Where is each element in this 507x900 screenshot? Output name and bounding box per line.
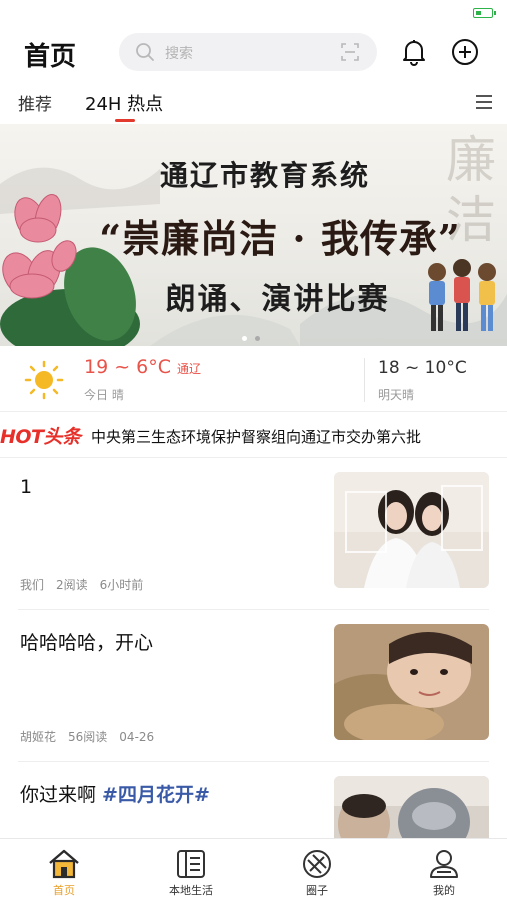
tab-recommend[interactable]: 推荐	[18, 90, 52, 115]
bottom-tab-bar: 首页 本地生活 圈子 我的	[0, 838, 507, 900]
news-author: 我们	[20, 578, 45, 592]
weather-divider	[364, 358, 365, 402]
news-meta: 胡姬花 56阅读 04-26	[20, 728, 166, 745]
circle-icon	[303, 850, 331, 878]
header: 首页 搜索	[0, 28, 507, 80]
active-tab-indicator	[115, 119, 135, 122]
banner-slogan: “崇廉尚洁 · 我传承”	[99, 216, 461, 261]
status-bar	[0, 0, 507, 28]
news-meta: 我们 2阅读 6小时前	[20, 576, 155, 593]
photo-thumbnail-image	[334, 472, 489, 588]
page-title: 首页	[24, 42, 77, 72]
tabbar-label: 圈子	[306, 884, 328, 897]
user-icon	[430, 850, 458, 878]
add-icon[interactable]	[451, 38, 479, 66]
news-title[interactable]: 1	[20, 476, 32, 498]
today-temperature: 19 ~ 6°C	[84, 356, 172, 378]
news-title[interactable]: 你过来啊 #四月花开#	[20, 780, 210, 807]
category-tabs: 推荐 24H 热点	[0, 84, 507, 124]
battery-icon	[473, 8, 496, 18]
bell-icon[interactable]	[401, 38, 427, 66]
news-thumbnail[interactable]	[334, 472, 489, 588]
news-title-text: 1	[20, 476, 33, 498]
menu-icon[interactable]	[475, 94, 493, 110]
banner-title: 通辽市教育系统	[159, 159, 370, 192]
home-icon	[49, 849, 79, 879]
search-bar[interactable]: 搜索	[119, 33, 377, 71]
hot-headline-text[interactable]: 中央第三生态环境保护督察组向通辽市交办第六批	[91, 426, 503, 447]
tomorrow-condition: 明天晴	[378, 388, 415, 402]
tomorrow-temperature: 18 ~ 10°C	[378, 358, 467, 378]
tabbar-label: 本地生活	[169, 884, 213, 897]
banner-subtitle: 朗诵、演讲比赛	[165, 282, 390, 317]
city-label: 通辽	[177, 362, 202, 376]
carousel-indicator	[242, 326, 268, 345]
tabbar-local-life[interactable]: 本地生活	[141, 839, 241, 900]
news-item[interactable]: 1 我们 2阅读 6小时前	[0, 458, 507, 610]
news-title-text: 哈哈哈哈，开心	[20, 632, 154, 654]
tabbar-mine[interactable]: 我的	[394, 839, 494, 900]
hot-logo: HOT头条	[0, 426, 81, 448]
tabbar-label: 首页	[53, 884, 75, 897]
weather-widget[interactable]: 19 ~ 6°C 通辽 今日 晴 18 ~ 10°C 明天晴	[0, 346, 507, 412]
news-title[interactable]: 哈哈哈哈，开心	[20, 628, 153, 655]
carousel-dot	[242, 336, 247, 341]
tabbar-home[interactable]: 首页	[14, 839, 114, 900]
banner-carousel[interactable]: 廉洁 通辽市教育系统 “崇廉尚洁 · 我传承” 朗诵、演讲比赛	[0, 124, 507, 346]
tab-24h-hot[interactable]: 24H 热点	[85, 90, 163, 116]
news-thumbnail[interactable]	[334, 624, 489, 740]
sun-icon	[24, 360, 64, 400]
news-hashtag[interactable]: #四月花开#	[102, 784, 210, 806]
today-condition: 今日 晴	[84, 388, 124, 402]
news-reads: 56阅读	[68, 730, 108, 744]
search-placeholder: 搜索	[165, 46, 193, 62]
tabbar-circle[interactable]: 圈子	[267, 839, 367, 900]
hot-headline[interactable]: HOT头条 中央第三生态环境保护督察组向通辽市交办第六批	[0, 412, 507, 458]
news-reads: 2阅读	[56, 578, 88, 592]
news-time: 04-26	[119, 730, 155, 744]
tabbar-label: 我的	[433, 884, 455, 897]
news-time: 6小时前	[99, 578, 144, 592]
photo-thumbnail-image	[334, 624, 489, 740]
news-author: 胡姬花	[20, 730, 57, 744]
search-icon	[136, 43, 154, 61]
news-item[interactable]: 哈哈哈哈，开心 胡姬花 56阅读 04-26	[0, 610, 507, 762]
news-title-text: 你过来啊	[20, 784, 103, 806]
list-icon	[177, 850, 205, 878]
carousel-dot	[255, 336, 260, 341]
scan-icon[interactable]	[341, 43, 359, 61]
